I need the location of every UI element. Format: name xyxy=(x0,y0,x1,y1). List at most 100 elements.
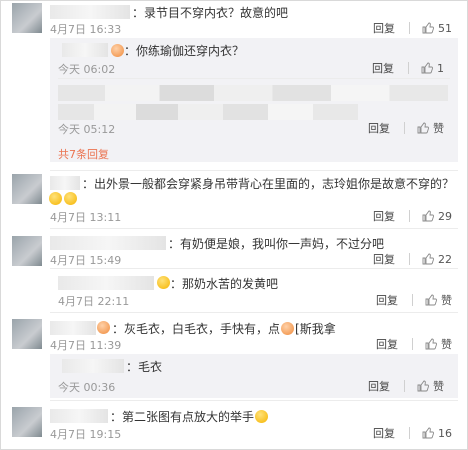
like-button[interactable]: 赞 xyxy=(425,292,452,308)
reply-time: 今天 00:36 xyxy=(58,381,116,394)
more-replies-link[interactable]: 共7条回复 xyxy=(58,146,109,162)
divider xyxy=(50,400,458,401)
comment-actions: 回复 赞 xyxy=(376,292,452,308)
divider xyxy=(404,122,405,134)
like-button[interactable]: 赞 xyxy=(425,336,452,352)
comment-item: ：出外景一般都会穿紧身吊带背心在里面的，志玲姐你是故意不穿的？ 4月7日 13:… xyxy=(0,172,468,224)
comment-time: 4月7日 22:11 xyxy=(58,295,130,308)
reply-button[interactable]: 回复 xyxy=(376,292,398,308)
divider xyxy=(50,312,458,313)
hand-icon xyxy=(281,322,295,335)
like-button[interactable]: 22 xyxy=(422,253,452,266)
username[interactable] xyxy=(62,359,124,373)
reply-time: 今天 06:02 xyxy=(58,63,116,76)
thumbs-up-icon xyxy=(425,338,437,350)
divider xyxy=(409,210,410,222)
like-count: 1 xyxy=(437,61,444,75)
reply-text xyxy=(58,104,358,120)
like-label: 赞 xyxy=(441,338,452,351)
comment-text: ：灰毛衣，白毛衣，手快有，点 [斯我拿 xyxy=(112,320,336,337)
comment-actions: 回复 22 xyxy=(373,251,452,267)
comment-time: 4月7日 11:39 xyxy=(50,339,122,352)
thumbs-up-icon xyxy=(422,22,434,34)
comment-time: 4月7日 19:15 xyxy=(50,428,122,441)
like-button[interactable]: 29 xyxy=(422,210,452,223)
reply-button[interactable]: 回复 xyxy=(373,251,395,267)
avatar[interactable] xyxy=(12,174,42,204)
username[interactable] xyxy=(50,176,80,190)
like-count: 22 xyxy=(438,252,452,266)
comment-item: ：第二张图有点放大的举手 4月7日 19:15 回复 16 xyxy=(0,404,468,446)
avatar[interactable] xyxy=(12,3,42,33)
avatar[interactable] xyxy=(12,319,42,349)
like-count: 51 xyxy=(438,21,452,35)
reply-thread: ：你练瑜伽还穿内衣？ 今天 06:02 回复 1 今天 05:12 回复 赞 共… xyxy=(50,38,458,162)
like-count: 29 xyxy=(438,209,452,223)
reply-button[interactable]: 回复 xyxy=(373,20,395,36)
reply-text: ：你练瑜伽还穿内衣？ xyxy=(124,44,245,58)
username[interactable] xyxy=(50,321,96,335)
divider xyxy=(409,253,410,265)
comment-time: 4月7日 13:11 xyxy=(50,211,122,224)
comment-actions: 回复 29 xyxy=(373,208,452,224)
emoji-group xyxy=(48,192,78,206)
comment-actions: 回复 51 xyxy=(373,20,452,36)
emoji-icon xyxy=(49,192,62,205)
username[interactable] xyxy=(50,236,166,250)
reply-text: ：毛衣 xyxy=(126,360,163,374)
divider xyxy=(408,62,409,74)
comment-item: ：灰毛衣，白毛衣，手快有，点 [斯我拿 4月7日 11:39 回复 赞 ：毛衣 今… xyxy=(0,316,468,406)
like-button[interactable]: 赞 xyxy=(417,120,444,136)
reply-time: 今天 05:12 xyxy=(58,123,116,136)
reply-button[interactable]: 回复 xyxy=(368,378,390,394)
like-button[interactable]: 51 xyxy=(422,22,452,35)
comment-item: ：录节目不穿内衣？故意的吧 4月7日 16:33 回复 51 ：你练瑜伽还穿内衣… xyxy=(0,0,468,162)
like-button[interactable]: 赞 xyxy=(417,378,444,394)
thumbs-up-icon xyxy=(422,210,434,222)
reply-actions: 回复 赞 xyxy=(368,120,444,136)
username[interactable] xyxy=(50,5,130,19)
thumbs-up-icon xyxy=(425,294,437,306)
divider xyxy=(50,268,458,269)
thumbs-up-icon xyxy=(417,380,429,392)
like-label: 赞 xyxy=(441,294,452,307)
comment-text-part: ：第二张图有点放大的举手 xyxy=(110,410,255,424)
divider xyxy=(50,170,458,171)
reply-button[interactable]: 回复 xyxy=(373,208,395,224)
reply-button[interactable]: 回复 xyxy=(368,120,390,136)
emoji-icon xyxy=(255,410,269,423)
divider xyxy=(409,427,410,439)
comment-text: ：那奶水苦的发黄吧 xyxy=(170,277,279,291)
reply-actions: 回复 赞 xyxy=(368,378,444,394)
reply-button[interactable]: 回复 xyxy=(372,60,394,76)
reply-button[interactable]: 回复 xyxy=(373,425,395,441)
emoji-icon xyxy=(111,44,124,57)
divider xyxy=(409,22,410,34)
comment-text-part: [斯我拿 xyxy=(295,322,336,336)
comment-item: ：有奶便是娘，我叫你一声妈，不过分吧 4月7日 15:49 回复 22 xyxy=(0,232,468,268)
comment-time: 4月7日 15:49 xyxy=(50,254,122,267)
like-button[interactable]: 16 xyxy=(422,427,452,440)
like-label: 赞 xyxy=(433,380,444,393)
comment-text: ：出外景一般都会穿紧身吊带背心在里面的，志玲姐你是故意不穿的？ xyxy=(82,177,455,191)
comment-text: ：有奶便是娘，我叫你一声妈，不过分吧 xyxy=(168,237,385,251)
like-button[interactable]: 1 xyxy=(421,62,444,75)
emoji-icon xyxy=(157,276,170,289)
comment-text-part: ：灰毛衣，白毛衣，手快有，点 xyxy=(112,322,281,336)
like-count: 16 xyxy=(438,426,452,440)
avatar[interactable] xyxy=(12,407,42,437)
avatar[interactable] xyxy=(12,236,42,266)
username[interactable] xyxy=(50,409,108,423)
reply-text xyxy=(58,85,448,101)
divider xyxy=(404,380,405,392)
thumbs-up-icon xyxy=(421,62,433,74)
comment-text: ：录节目不穿内衣？故意的吧 xyxy=(132,6,289,20)
username[interactable] xyxy=(62,43,108,57)
divider xyxy=(412,294,413,306)
thumbs-up-icon xyxy=(422,253,434,265)
divider xyxy=(50,228,458,229)
reply-button[interactable]: 回复 xyxy=(376,336,398,352)
comment-time: 4月7日 16:33 xyxy=(50,23,122,36)
divider xyxy=(412,338,413,350)
username[interactable] xyxy=(58,276,154,290)
